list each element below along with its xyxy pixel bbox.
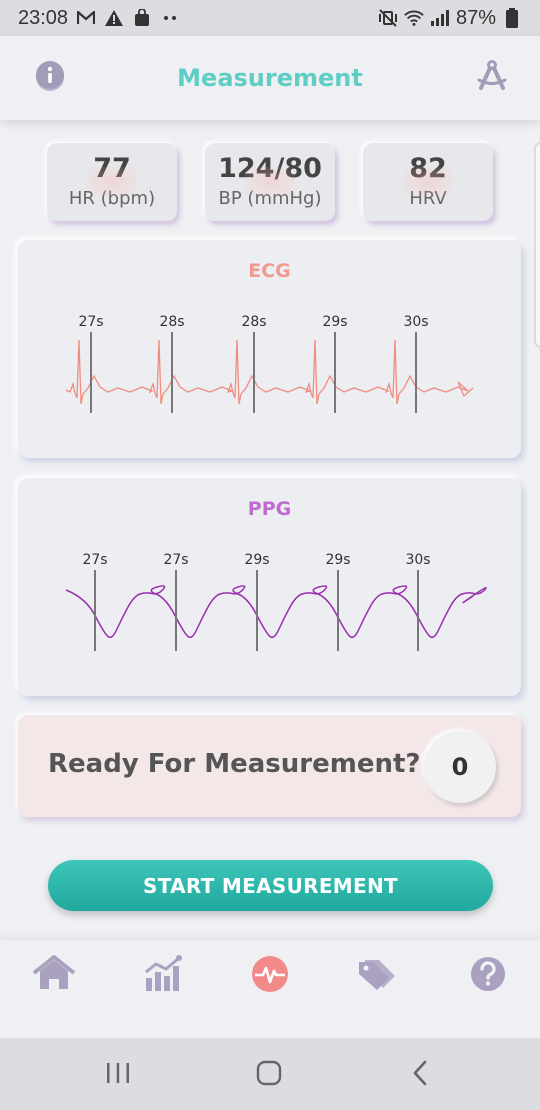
more-dots-icon [160,8,180,28]
nav-help[interactable] [466,954,510,998]
ready-text: Ready For Measurement? [48,749,421,779]
heart-pulse-icon [249,953,291,999]
bottom-nav [0,940,540,1038]
tools-button[interactable] [472,58,512,98]
recents-icon [105,1062,131,1088]
ppg-card: PPG 27s 27s 29s 29s 30s [18,478,521,696]
status-bar: 23:08 87% [0,0,540,36]
android-nav-bar [0,1038,540,1110]
battery-percent: 87% [455,6,496,29]
start-measurement-button[interactable]: START MEASUREMENT [48,860,493,911]
mute-vibrate-icon [378,8,398,28]
wifi-icon [404,8,424,28]
ecg-time-label: 28s [241,314,266,330]
ecg-time-label: 30s [403,314,428,330]
ppg-waveform: 27s 27s 29s 29s 30s [65,552,487,651]
gmail-icon [76,8,96,28]
ecg-trace [65,339,474,405]
battery-icon [502,8,522,28]
ppg-time-label: 27s [82,552,107,568]
signal-icon [430,8,450,28]
warning-icon [104,8,124,28]
metric-card-hr: 77 HR (bpm) [47,143,177,221]
ecg-time-label: 27s [78,314,103,330]
recents-button[interactable] [103,1060,133,1090]
ppg-time-label: 27s [163,552,188,568]
help-icon [468,954,508,998]
metric-card-hrv: 82 HRV [363,143,493,221]
home-icon [32,954,76,998]
metric-card-bp: 124/80 BP (mmHg) [205,143,335,221]
nav-stats[interactable] [142,954,186,998]
ppg-trace [65,585,487,639]
app-header: Measurement [0,36,540,120]
back-icon [410,1060,430,1090]
home-circle-icon [256,1060,282,1090]
stats-chart-icon [142,954,186,998]
ppg-time-label: 30s [405,552,430,568]
ppg-time-label: 29s [244,552,269,568]
nav-tags[interactable] [356,954,400,998]
info-button[interactable] [30,58,70,98]
bag-icon [132,8,152,28]
countdown-counter: 0 [424,731,496,803]
home-button[interactable] [254,1060,284,1090]
ecg-waveform: 27s 28s 28s 29s 30s [65,314,474,413]
nav-measurement[interactable] [248,954,292,998]
status-time: 23:08 [18,6,69,29]
ready-card: Ready For Measurement? 0 [18,715,521,817]
ecg-time-label: 29s [322,314,347,330]
page-title: Measurement [177,64,363,92]
ecg-time-label: 28s [159,314,184,330]
info-icon [33,59,67,97]
compass-tool-icon [475,59,509,97]
nav-home[interactable] [32,954,76,998]
ecg-card: ECG 27s 28s 28s 29s 30s [18,240,521,458]
back-button[interactable] [405,1060,435,1090]
scroll-edge-indicator [534,142,540,348]
tags-icon [355,954,401,998]
ppg-time-label: 29s [325,552,350,568]
